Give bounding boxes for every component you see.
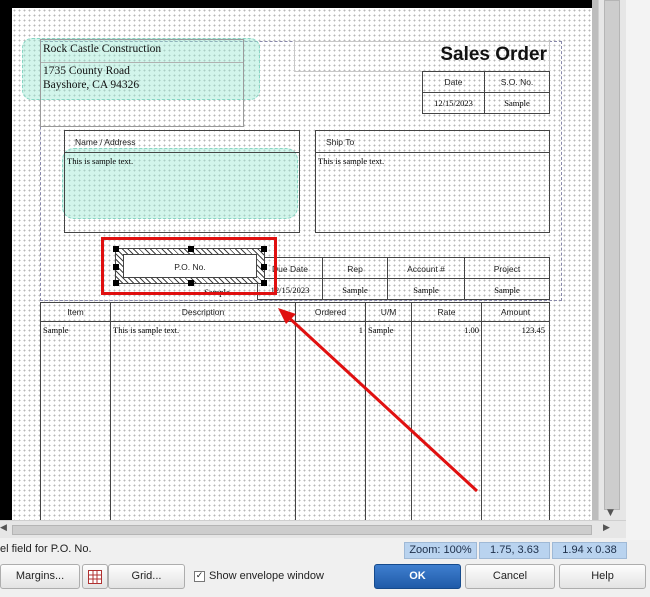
form-sheet[interactable]: Rock Castle Construction 1735 County Roa… <box>12 8 592 520</box>
grid-icon-button[interactable] <box>82 564 108 589</box>
ship-to-box[interactable]: Ship To This is sample text. <box>315 130 550 233</box>
name-address-text: This is sample text. <box>67 156 134 166</box>
red-arrow-annotation <box>278 308 479 493</box>
project-label: Project <box>493 264 521 274</box>
show-envelope-checkbox[interactable]: ✓ <box>194 571 205 582</box>
layout-designer-window: Rock Castle Construction 1735 County Roa… <box>0 0 650 597</box>
horizontal-scrollbar[interactable]: ◀ ▶ <box>0 520 626 538</box>
status-field-text: el field for P.O. No. <box>0 543 92 555</box>
vertical-scrollbar[interactable]: ▼ <box>598 0 626 520</box>
right-panel-strip <box>626 0 650 540</box>
show-envelope-label[interactable]: Show envelope window <box>209 570 324 582</box>
position-indicator: 1.75, 3.63 <box>479 542 550 559</box>
date-header: Date <box>444 77 463 87</box>
company-box[interactable]: Rock Castle Construction 1735 County Roa… <box>40 39 244 127</box>
zoom-indicator: Zoom: 100% <box>404 542 477 559</box>
status-bar: el field for P.O. No. Zoom: 100% 1.75, 3… <box>0 540 650 560</box>
company-name: Rock Castle Construction <box>43 43 162 55</box>
info-row-header-line <box>258 278 549 279</box>
so-value: Sample <box>504 98 530 108</box>
arrow-shaft <box>284 313 479 493</box>
date-so-header-line <box>423 92 549 93</box>
company-address-line1: 1735 County Road <box>43 65 130 77</box>
horizontal-scroll-thumb[interactable] <box>12 525 592 535</box>
name-address-header-line <box>65 152 299 153</box>
row-description: This is sample text. <box>113 325 180 335</box>
row-item: Sample <box>43 325 69 335</box>
date-so-box[interactable]: Date S.O. No. 12/15/2023 Sample <box>422 71 550 114</box>
name-address-box[interactable]: Name / Address This is sample text. <box>64 130 300 233</box>
company-divider <box>41 62 243 63</box>
title-box[interactable]: Sales Order <box>294 41 550 72</box>
grid-button[interactable]: Grid... <box>108 564 185 589</box>
grid-icon <box>88 570 102 584</box>
scroll-left-arrow-icon[interactable]: ◀ <box>0 523 7 533</box>
col-header-item: Item <box>67 307 84 317</box>
ship-to-text: This is sample text. <box>318 156 385 166</box>
layout-canvas: Rock Castle Construction 1735 County Roa… <box>0 0 598 520</box>
ship-to-label: Ship To <box>326 137 355 147</box>
ship-to-header-line <box>316 152 549 153</box>
so-header: S.O. No. <box>500 77 534 87</box>
scroll-down-arrow-icon[interactable]: ▼ <box>607 508 614 518</box>
col-divider-1 <box>110 303 111 520</box>
button-bar: Margins... Grid... ✓ Show envelope windo… <box>0 562 650 592</box>
ok-button[interactable]: OK <box>374 564 461 589</box>
name-address-label: Name / Address <box>75 137 136 147</box>
company-address-line2: Bayshore, CA 94326 <box>43 79 140 91</box>
margins-button[interactable]: Margins... <box>0 564 80 589</box>
account-label: Account # <box>407 264 445 274</box>
col-header-amount: Amount <box>500 307 531 317</box>
scroll-right-arrow-icon[interactable]: ▶ <box>603 523 610 533</box>
size-indicator: 1.94 x 0.38 <box>552 542 627 559</box>
date-value: 12/15/2023 <box>434 98 473 108</box>
vertical-scroll-thumb[interactable] <box>604 0 620 510</box>
red-highlight-box <box>101 237 277 295</box>
form-title: Sales Order <box>440 44 547 65</box>
rep-label: Rep <box>347 264 363 274</box>
cancel-button[interactable]: Cancel <box>465 564 555 589</box>
help-button[interactable]: Help <box>559 564 646 589</box>
